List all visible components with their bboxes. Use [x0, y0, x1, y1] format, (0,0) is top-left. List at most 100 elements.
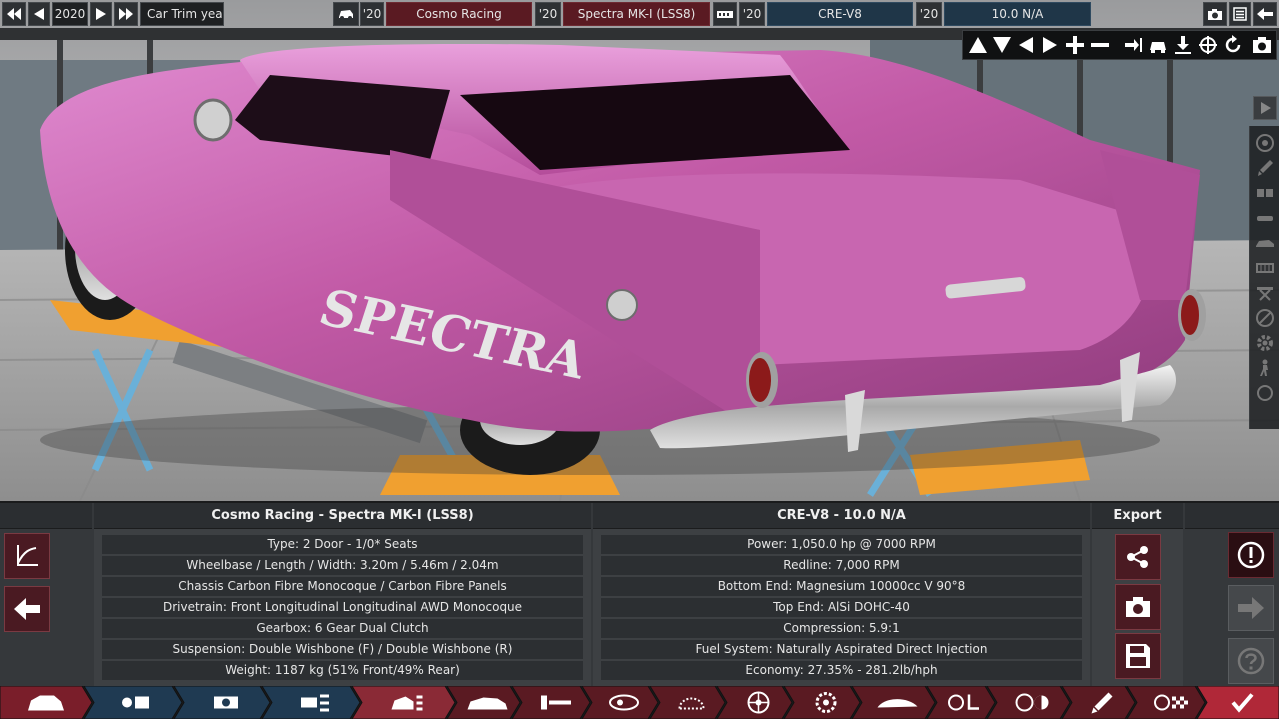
engine-button[interactable]	[713, 2, 737, 26]
engine-variant-selector[interactable]: 10.0 N/A	[944, 2, 1091, 26]
model-year: '20	[535, 2, 561, 26]
camera-orbit-button[interactable]	[1197, 34, 1219, 56]
tab-brake[interactable]	[783, 686, 861, 719]
share-export-button[interactable]	[1115, 534, 1161, 580]
bumper-icon	[1257, 216, 1273, 221]
zoom-in-button[interactable]	[1064, 34, 1086, 56]
previous-button[interactable]	[4, 586, 50, 632]
tab-engine-bay[interactable]	[511, 686, 591, 719]
engine-info-row: Bottom End: Magnesium 10000cc V 90°8	[601, 577, 1082, 596]
year-field[interactable]: 2020	[52, 2, 88, 26]
car-info-title: Cosmo Racing - Spectra MK-I (LSS8)	[94, 503, 591, 529]
photo-mode-button[interactable]	[1251, 34, 1273, 56]
circle-view-button[interactable]	[1254, 382, 1276, 404]
paint-view-button[interactable]	[1254, 157, 1276, 179]
tab-aero[interactable]	[851, 686, 936, 719]
tab-wheel[interactable]	[716, 686, 793, 719]
tab-car-model[interactable]	[351, 686, 456, 719]
engine-info-row: Power: 1,050.0 hp @ 7000 RPM	[601, 535, 1082, 554]
view-tools-strip	[1249, 126, 1279, 429]
engine-info-row: Fuel System: Naturally Aspirated Direct …	[601, 640, 1082, 659]
warning-button[interactable]	[1228, 532, 1274, 578]
fixtures-view-button[interactable]	[1254, 182, 1276, 204]
tab-steering[interactable]	[986, 686, 1071, 719]
triangle-down-icon	[993, 37, 1011, 53]
car-info-row: Chassis Carbon Fibre Monocoque / Carbon …	[102, 577, 583, 596]
orbit-icon	[1199, 36, 1217, 54]
arrow-down-to-line-icon	[1175, 36, 1191, 54]
company-selector[interactable]: Cosmo Racing	[386, 2, 532, 26]
tab-finish[interactable]	[1196, 686, 1279, 719]
car-viewport[interactable]: SPECTRA	[0, 0, 1279, 501]
info-panel: Cosmo Racing - Spectra MK-I (LSS8) Type:…	[0, 501, 1279, 688]
car-info-row: Type: 2 Door - 1/0* Seats	[102, 535, 583, 554]
first-year-button[interactable]	[2, 2, 26, 26]
grille-icon	[1256, 263, 1274, 273]
engine-family-selector[interactable]: CRE-V8	[767, 2, 913, 26]
grille-view-button[interactable]	[1254, 257, 1276, 279]
help-button[interactable]	[1228, 638, 1274, 684]
photo-export-button[interactable]	[1115, 584, 1161, 630]
camera-left-button[interactable]	[1015, 34, 1037, 56]
menu-button[interactable]	[1229, 2, 1251, 26]
graph-button[interactable]	[4, 533, 50, 579]
circle-icon	[1257, 385, 1273, 401]
engine-info-row: Economy: 27.35% - 281.2lb/hph	[601, 661, 1082, 680]
plus-icon	[1066, 36, 1084, 54]
save-export-button[interactable]	[1115, 633, 1161, 679]
camera-car-button[interactable]	[1147, 34, 1169, 56]
car-render: SPECTRA	[0, 0, 1279, 501]
tab-company[interactable]	[83, 686, 183, 719]
tab-tune[interactable]	[1061, 686, 1136, 719]
next-year-button[interactable]	[90, 2, 112, 26]
rotate-icon	[1225, 35, 1241, 53]
car-front-icon	[1150, 42, 1166, 53]
camera-down-button[interactable]	[991, 34, 1013, 56]
tab-engine-family[interactable]	[173, 686, 271, 719]
zoom-out-button[interactable]	[1089, 34, 1111, 56]
camera-right-button[interactable]	[1039, 34, 1061, 56]
wheel-view-button[interactable]	[1254, 132, 1276, 154]
lift-view-button[interactable]	[1254, 282, 1276, 304]
tab-engine-variant[interactable]	[261, 686, 361, 719]
triangle-right-icon	[1043, 37, 1057, 53]
next-button[interactable]	[1228, 585, 1274, 631]
camera-floor-button[interactable]	[1172, 34, 1194, 56]
engine-variant-year: '20	[916, 2, 942, 26]
minus-icon	[1091, 43, 1109, 47]
camera-reset-button[interactable]	[1122, 34, 1144, 56]
screenshot-button[interactable]	[1203, 2, 1227, 26]
arrow-left-icon	[14, 598, 40, 620]
settings-view-button[interactable]	[1254, 332, 1276, 354]
car-info-row: Wheelbase / Length / Width: 3.20m / 5.46…	[102, 556, 583, 575]
tab-grille[interactable]	[649, 686, 726, 719]
person-icon	[1260, 359, 1268, 376]
tab-body[interactable]	[446, 686, 521, 719]
tab-test-track[interactable]	[1126, 686, 1206, 719]
car-info-row: Suspension: Double Wishbone (F) / Double…	[102, 640, 583, 659]
share-nodes-icon	[1127, 546, 1148, 568]
expand-tools-button[interactable]	[1253, 96, 1277, 120]
export-column: Export	[1092, 503, 1183, 688]
tab-interior[interactable]	[926, 686, 996, 719]
engine-block-icon	[717, 11, 733, 18]
back-button[interactable]	[1253, 2, 1277, 26]
person-view-button[interactable]	[1254, 357, 1276, 379]
graph-axis-icon	[17, 545, 38, 566]
list-menu-icon	[1233, 7, 1247, 21]
tab-car[interactable]	[0, 686, 93, 719]
camera-up-button[interactable]	[967, 34, 989, 56]
engine-info-title: CRE-V8 - 10.0 N/A	[593, 503, 1090, 529]
body-view-button[interactable]	[1254, 232, 1276, 254]
hide-view-button[interactable]	[1254, 307, 1276, 329]
model-selector[interactable]: Spectra MK-I (LSS8)	[563, 2, 710, 26]
company-button[interactable]	[333, 2, 359, 26]
last-year-button[interactable]	[114, 2, 138, 26]
prev-year-button[interactable]	[28, 2, 50, 26]
tab-headlight[interactable]	[581, 686, 659, 719]
top-bar: 2020 Car Trim year '20 Cosmo Racing '20 …	[0, 0, 1279, 28]
camera-rotate-button[interactable]	[1222, 34, 1244, 56]
car-info-row: Drivetrain: Front Longitudinal Longitudi…	[102, 598, 583, 617]
company-icon	[122, 696, 149, 709]
bumper-view-button[interactable]	[1254, 207, 1276, 229]
